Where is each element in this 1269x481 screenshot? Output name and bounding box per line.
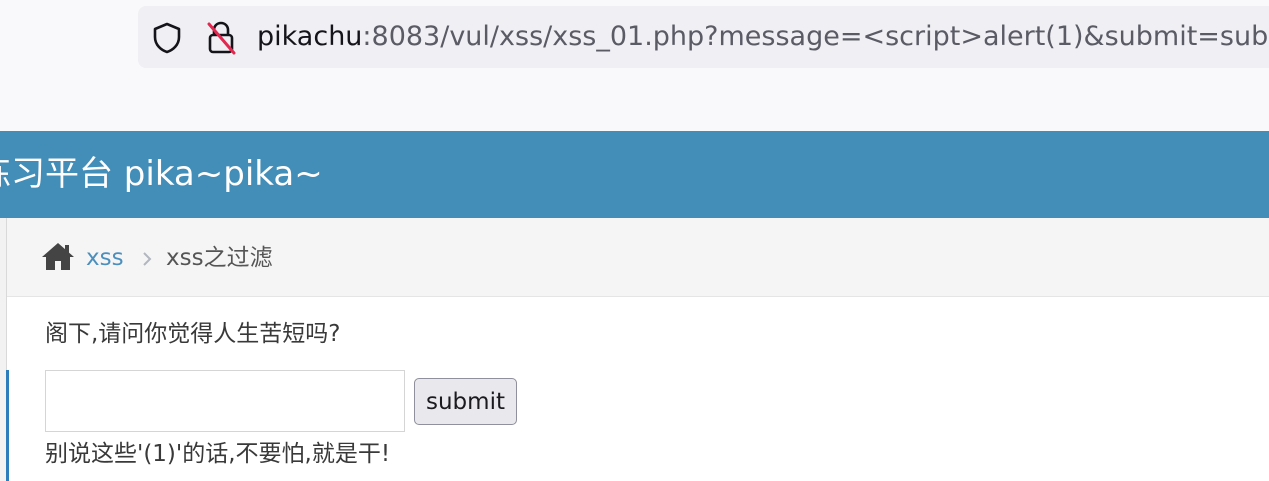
question-text: 阁下,请问你觉得人生苦短吗? — [45, 321, 341, 347]
url-host: pikachu — [257, 21, 363, 52]
chevron-right-icon — [143, 252, 152, 266]
submit-button[interactable]: submit — [414, 378, 517, 425]
url-text[interactable]: pikachu:8083/vul/xss/xss_01.php?message=… — [257, 18, 1269, 56]
site-header: 练习平台 pika~pika~ — [0, 131, 1269, 218]
sidebar-active-indicator — [6, 370, 9, 481]
url-path: :8083/vul/xss/xss_01.php?message=<script… — [362, 21, 1269, 52]
breadcrumb-current: xss之过滤 — [166, 245, 273, 271]
message-input[interactable] — [45, 370, 405, 432]
result-message: 别说这些'(1)'的话,不要怕,就是干! — [45, 441, 391, 467]
breadcrumb: xss xss之过滤 — [7, 218, 1269, 297]
browser-toolbar: pikachu:8083/vul/xss/xss_01.php?message=… — [0, 0, 1269, 131]
site-title: 练习平台 pika~pika~ — [0, 154, 323, 194]
breadcrumb-link-xss[interactable]: xss — [86, 243, 124, 273]
shield-icon[interactable] — [151, 21, 183, 55]
home-icon[interactable] — [40, 240, 76, 272]
insecure-lock-icon[interactable] — [205, 20, 237, 56]
